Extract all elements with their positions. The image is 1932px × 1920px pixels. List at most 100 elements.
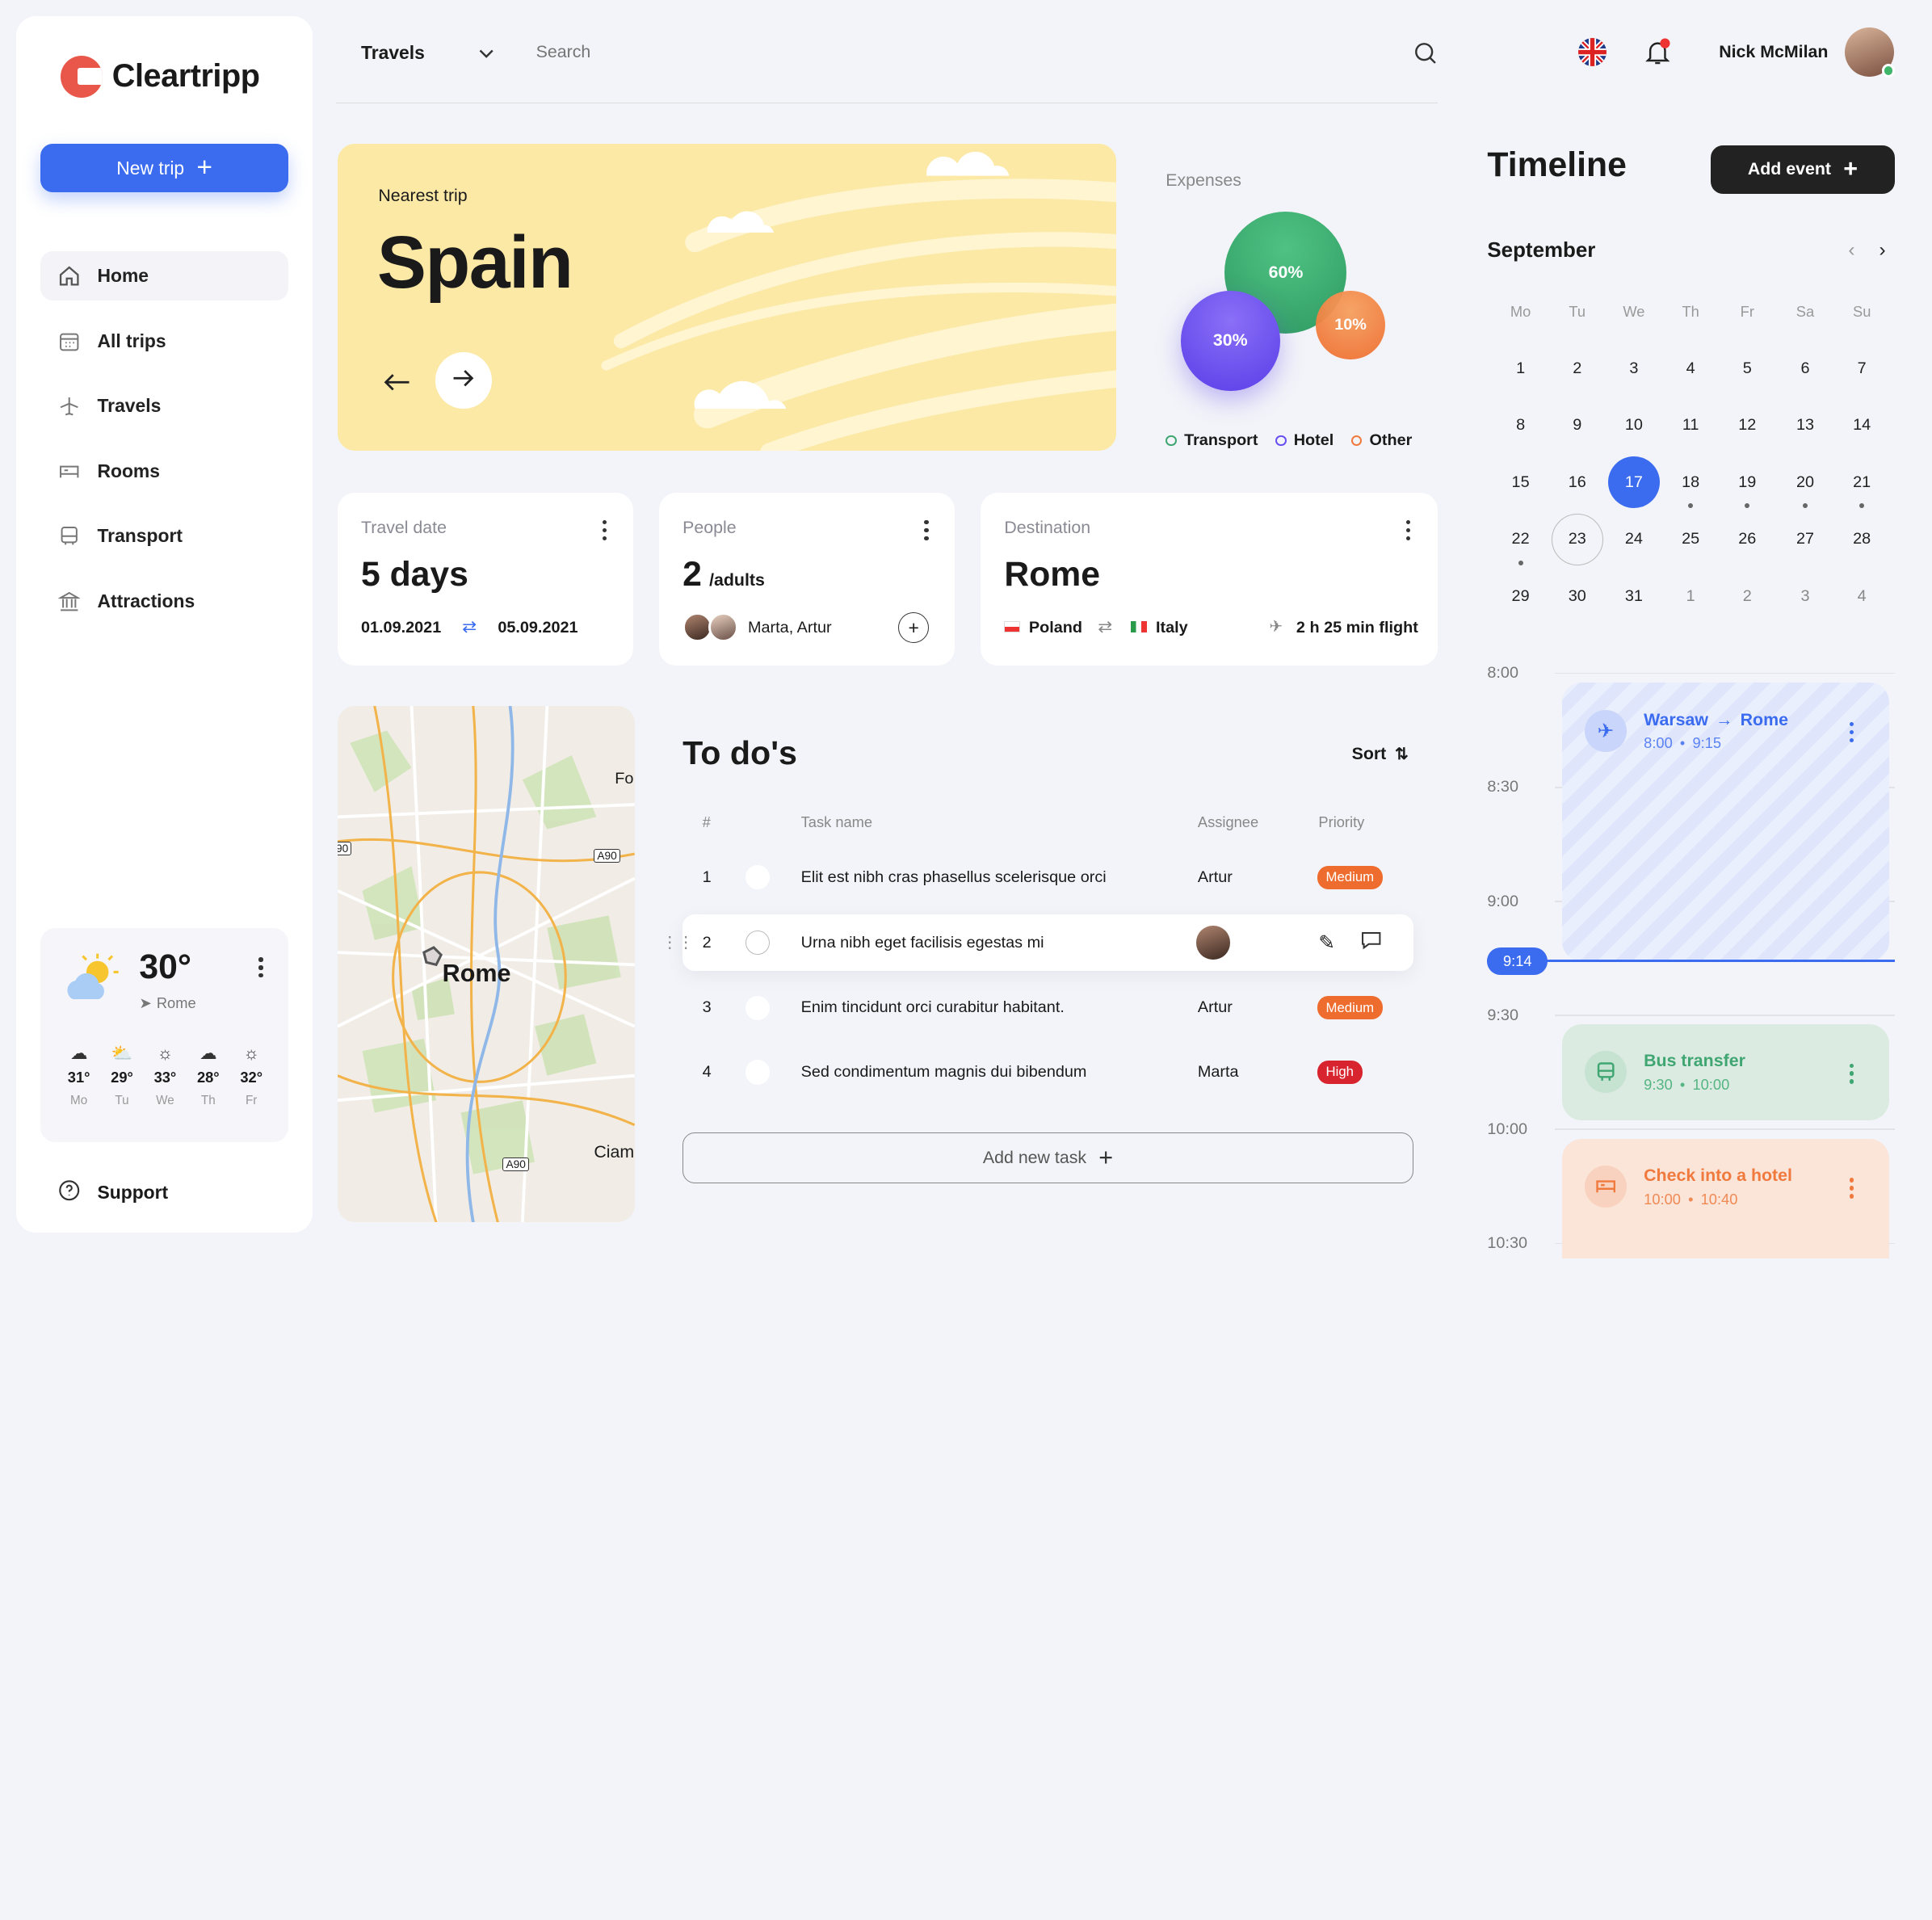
sidebar-item-label: Travels [97,395,162,417]
calendar-day[interactable]: 2 [1721,570,1773,622]
logo[interactable]: Cleartripp [60,55,260,98]
comment-icon[interactable] [1360,931,1382,955]
edit-pen-icon[interactable]: ✎ [1318,931,1334,955]
weather-menu-icon[interactable] [258,957,263,978]
calendar-day[interactable]: 21 [1836,456,1888,508]
calendar-day[interactable]: 26 [1721,514,1773,565]
card-menu-icon[interactable] [924,519,929,540]
calendar-day[interactable]: 10 [1608,400,1660,452]
calendar-day[interactable]: 4 [1665,342,1716,394]
uk-flag-icon[interactable] [1578,38,1607,67]
bus-icon [1584,1051,1627,1094]
end-date: 05.09.2021 [498,618,578,636]
calendar-day[interactable]: 30 [1552,570,1603,622]
sort-button[interactable]: Sort ⇅ [1352,744,1409,764]
user-name[interactable]: Nick McMilan [1719,42,1828,62]
task-checkbox[interactable] [745,930,771,956]
search-input[interactable] [536,34,1399,69]
legend-label: Other [1369,431,1413,449]
poland-flag-icon [1004,620,1021,632]
calendar-day[interactable]: 20 [1779,456,1831,508]
sidebar-item-all-trips[interactable]: All trips [40,317,288,366]
sidebar-item-attractions[interactable]: Attractions [40,577,288,626]
calendar-day[interactable]: 9 [1552,400,1603,452]
calendar-day[interactable]: 12 [1721,400,1773,452]
calendar-day[interactable]: 22 [1495,514,1547,565]
home-icon [58,265,80,287]
next-arrow-button[interactable] [435,352,492,410]
calendar-day[interactable]: 5 [1721,342,1773,394]
calendar-day[interactable]: 11 [1665,400,1716,452]
prev-arrow-icon[interactable] [382,370,412,401]
calendar-day[interactable]: 24 [1608,514,1660,565]
hotel-bubble: 30% [1180,291,1281,391]
calendar-day[interactable]: 15 [1495,456,1547,508]
calendar-day[interactable]: 18 [1665,456,1716,508]
sun-icon: ☼ [243,1044,259,1064]
event-menu-icon[interactable] [1849,1063,1854,1084]
task-checkbox[interactable] [745,864,771,890]
weather-widget: 30° ➤ Rome ☁ 31° Mo ⛅ 29° Tu ☼ 33° We ☁ [40,927,288,1143]
calendar-day[interactable]: 6 [1779,342,1831,394]
category-select[interactable]: Travels [361,42,494,65]
event-hotel[interactable]: Check into a hotel 10:00 • 10:40 [1562,1138,1889,1258]
chevron-right-icon[interactable]: › [1880,239,1886,262]
table-row[interactable]: 4 Sed condimentum magnis dui bibendum Ma… [682,1044,1413,1100]
calendar-day[interactable]: 27 [1779,514,1831,565]
calendar-day[interactable]: 28 [1836,514,1888,565]
calendar-day[interactable]: 14 [1836,400,1888,452]
calendar-day[interactable]: 1 [1495,342,1547,394]
calendar-day[interactable]: 13 [1779,400,1831,452]
chevron-left-icon[interactable]: ‹ [1848,239,1854,262]
table-row[interactable]: 1 Elit est nibh cras phasellus scelerisq… [682,849,1413,905]
table-row[interactable]: ⋮⋮ 2 Urna nibh eget facilisis egestas mi… [662,914,1413,972]
hotel-value: 30% [1212,330,1248,351]
card-menu-icon[interactable] [1405,519,1411,540]
add-task-button[interactable]: Add new task + [682,1132,1413,1183]
sidebar-item-travels[interactable]: Travels [40,381,288,431]
sidebar-item-transport[interactable]: Transport [40,511,288,561]
calendar-day[interactable]: 4 [1836,570,1888,622]
card-menu-icon[interactable] [603,519,607,540]
calendar-day[interactable]: 1 [1665,570,1716,622]
calendar-day-selected[interactable]: 17 [1607,456,1660,509]
avatar[interactable] [1844,27,1896,78]
search-icon[interactable] [1414,42,1437,69]
calendar-day[interactable]: 31 [1608,570,1660,622]
bell-icon[interactable] [1643,37,1673,73]
sidebar-item-rooms[interactable]: Rooms [40,447,288,496]
calendar-day[interactable]: 2 [1552,342,1603,394]
calendar-day-today[interactable]: 23 [1551,513,1603,565]
hour-gridline [1555,1128,1896,1130]
task-checkbox[interactable] [745,1060,771,1085]
plus-icon: + [196,153,213,183]
calendar-day[interactable]: 8 [1495,400,1547,452]
table-row[interactable]: 3 Enim tincidunt orci curabitur habitant… [682,980,1413,1036]
event-flight[interactable]: ✈ Warsaw → Rome 8:00 • 9:15 [1562,683,1889,961]
trip-title: Spain [376,221,573,305]
calendar-day[interactable]: 19 [1721,456,1773,508]
new-trip-button[interactable]: New trip + [40,144,288,192]
drag-handle-icon[interactable]: ⋮⋮ [662,933,694,952]
calendar-day[interactable]: 7 [1836,342,1888,394]
event-title: Check into a hotel [1644,1166,1792,1186]
support-link[interactable]: Support [58,1179,168,1206]
calendar-day[interactable]: 16 [1552,456,1603,508]
add-person-button[interactable]: + [898,612,930,644]
calendar-day[interactable]: 29 [1495,570,1547,622]
map[interactable]: Rome Fo A90 A90 A90 Ciam [338,706,635,1223]
task-checkbox[interactable] [745,995,771,1021]
event-menu-icon[interactable] [1849,721,1854,743]
forecast-temp: 33° [153,1069,177,1086]
weekday-label: Fr [1740,303,1754,321]
event-menu-icon[interactable] [1849,1178,1854,1199]
sidebar-item-home[interactable]: Home [40,251,288,301]
weekday-label: Tu [1569,303,1586,321]
event-end: 10:00 [1692,1075,1730,1093]
calendar-day[interactable]: 3 [1608,342,1660,394]
add-event-button[interactable]: Add event + [1710,145,1896,194]
event-bus[interactable]: Bus transfer 9:30 • 10:00 [1562,1023,1889,1120]
calendar-day[interactable]: 25 [1665,514,1716,565]
current-temp: 30° [139,947,191,987]
calendar-day[interactable]: 3 [1779,570,1831,622]
